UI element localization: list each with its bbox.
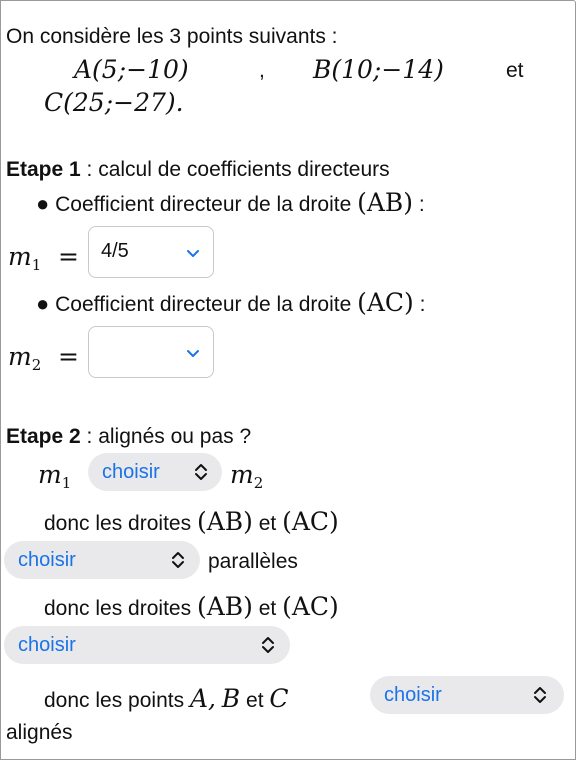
m1-dropdown[interactable]: 4/5 — [88, 226, 214, 278]
point-b-ref: B — [221, 684, 241, 713]
up-down-chevron-icon — [172, 552, 184, 568]
compare-select[interactable]: choisir — [88, 453, 222, 491]
separator-comma: , — [259, 59, 265, 82]
parallel-select[interactable]: choisir — [4, 541, 200, 579]
m1-label: m1 — [8, 242, 42, 274]
lines-statement-2: donc les droites (AB) et (AC) — [44, 592, 339, 621]
step2-heading: Etape 2 : alignés ou pas ? — [6, 424, 251, 449]
lines-select[interactable]: choisir — [4, 626, 290, 664]
point-a-ref: A, — [189, 684, 216, 713]
points-select-label: choisir — [384, 684, 442, 706]
step1-title-rest: : calcul de coefficients directeurs — [80, 158, 390, 181]
item1-colon: : — [413, 193, 425, 216]
compare-select-label: choisir — [102, 461, 160, 483]
m1-value: 4/5 — [101, 240, 129, 262]
parallel-word: parallèles — [208, 550, 298, 573]
points-statement: donc les points A, B et C — [44, 684, 289, 713]
line-ab: (AB) — [357, 188, 414, 217]
line-ac: (AC) — [282, 507, 339, 536]
intro-text: On considère les 3 points suivants : — [6, 25, 338, 48]
lines-select-label: choisir — [18, 634, 76, 656]
item2-colon: : — [413, 293, 426, 316]
bullet-icon: ● — [36, 191, 50, 216]
point-b: B(10;−14) — [313, 55, 444, 84]
step2-title: Etape 2 — [6, 425, 81, 448]
parallel-select-label: choisir — [18, 549, 76, 571]
line-ac: (AC) — [282, 592, 339, 621]
m2-equals: = — [58, 342, 79, 371]
step1-heading: Etape 1 : calcul de coefficients directe… — [6, 157, 390, 182]
chevron-down-icon — [187, 350, 199, 357]
chevron-down-icon — [187, 250, 199, 257]
point-c-ref: C — [269, 684, 289, 713]
bullet-icon: ● — [36, 291, 50, 316]
step1-item-ac: ● Coefficient directeur de la droite (AC… — [36, 288, 425, 318]
m1-equals: = — [58, 242, 79, 271]
line-ab: (AB) — [196, 592, 253, 621]
lines-statement-1: donc les droites (AB) et (AC) — [44, 507, 339, 536]
up-down-chevron-icon — [195, 464, 207, 480]
step1-item-ab: ● Coefficient directeur de la droite (AB… — [36, 188, 425, 218]
and-word: et — [506, 59, 524, 82]
points-select[interactable]: choisir — [370, 676, 564, 714]
point-a: A(5;−10) — [74, 55, 189, 84]
up-down-chevron-icon — [534, 687, 546, 703]
line-ac: (AC) — [357, 288, 414, 317]
up-down-chevron-icon — [262, 637, 274, 653]
item1-text: Coefficient directeur de la droite — [55, 193, 352, 216]
compare-m1: m1 — [38, 460, 72, 492]
item2-text: Coefficient directeur de la droite — [55, 293, 352, 316]
line-ab: (AB) — [196, 507, 253, 536]
compare-m2: m2 — [230, 460, 264, 492]
m2-dropdown[interactable] — [88, 326, 214, 378]
step2-title-rest: : alignés ou pas ? — [80, 425, 252, 448]
point-c: C(25;−27). — [44, 88, 184, 117]
step1-title: Etape 1 — [6, 158, 81, 181]
aligned-word: alignés — [6, 721, 73, 744]
m2-label: m2 — [8, 342, 42, 374]
